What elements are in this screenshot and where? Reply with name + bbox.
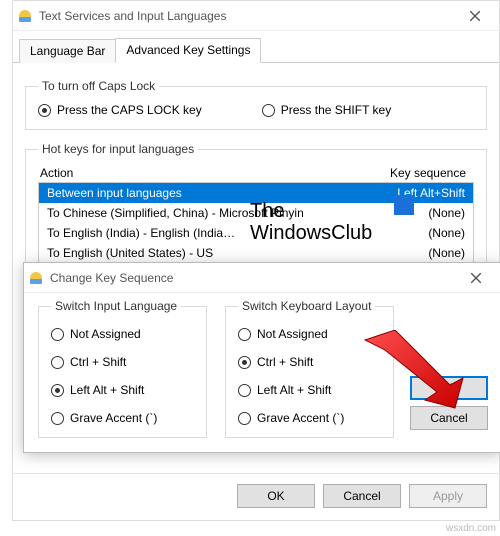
radio-label: Press the CAPS LOCK key <box>57 103 202 117</box>
radio-icon <box>51 356 64 369</box>
radio-label: Press the SHIFT key <box>281 103 391 117</box>
radio-layout-grave-accent[interactable]: Grave Accent (`) <box>238 411 381 425</box>
switch-keyboard-layout-group: Switch Keyboard Layout Not Assigned Ctrl… <box>225 299 394 438</box>
radio-label: Not Assigned <box>257 327 328 341</box>
dlg-cancel-button[interactable]: Cancel <box>410 406 488 430</box>
dlg-ok-button[interactable]: OK <box>410 376 488 400</box>
hotkeys-group: Hot keys for input languages Action Key … <box>25 142 487 271</box>
source-credit: wsxdn.com <box>446 523 496 534</box>
radio-label: Ctrl + Shift <box>257 355 313 369</box>
radio-input-left-alt-shift[interactable]: Left Alt + Shift <box>51 383 194 397</box>
main-titlebar: Text Services and Input Languages <box>13 1 499 31</box>
hotkey-sequence: Left Alt+Shift <box>365 186 465 200</box>
main-button-row: OK Cancel Apply <box>13 473 499 520</box>
dlg-title: Change Key Sequence <box>50 271 456 285</box>
keyboard-globe-icon <box>17 8 33 24</box>
radio-label: Ctrl + Shift <box>70 355 126 369</box>
switch-input-language-group: Switch Input Language Not Assigned Ctrl … <box>38 299 207 438</box>
group-legend: Switch Input Language <box>51 299 181 313</box>
change-key-sequence-dialog: Change Key Sequence Switch Input Languag… <box>23 262 500 453</box>
radio-icon <box>51 412 64 425</box>
col-key-sequence: Key sequence <box>372 166 472 180</box>
hotkey-row[interactable]: To English (India) - English (India… (No… <box>39 223 473 243</box>
radio-icon <box>238 328 251 341</box>
dlg-close-button[interactable] <box>456 264 496 292</box>
radio-icon <box>238 356 251 369</box>
hotkey-row[interactable]: Between input languages Left Alt+Shift <box>39 183 473 203</box>
hotkey-sequence: (None) <box>365 206 465 220</box>
main-close-button[interactable] <box>455 2 495 30</box>
radio-icon <box>262 104 275 117</box>
radio-label: Grave Accent (`) <box>257 411 344 425</box>
hotkeys-legend: Hot keys for input languages <box>38 142 198 156</box>
radio-label: Left Alt + Shift <box>257 383 331 397</box>
radio-icon <box>38 104 51 117</box>
tab-language-bar[interactable]: Language Bar <box>19 39 116 63</box>
keyboard-globe-icon <box>28 270 44 286</box>
group-legend: Switch Keyboard Layout <box>238 299 375 313</box>
radio-layout-not-assigned[interactable]: Not Assigned <box>238 327 381 341</box>
radio-input-ctrl-shift[interactable]: Ctrl + Shift <box>51 355 194 369</box>
dlg-content: Switch Input Language Not Assigned Ctrl … <box>24 293 500 452</box>
tab-advanced-key-settings[interactable]: Advanced Key Settings <box>115 38 261 63</box>
hotkey-sequence: (None) <box>365 226 465 240</box>
caps-lock-legend: To turn off Caps Lock <box>38 79 159 93</box>
hotkey-action: To Chinese (Simplified, China) - Microso… <box>47 206 365 220</box>
radio-input-not-assigned[interactable]: Not Assigned <box>51 327 194 341</box>
radio-icon <box>238 412 251 425</box>
radio-icon <box>238 384 251 397</box>
radio-caps-lock-key[interactable]: Press the CAPS LOCK key <box>38 103 202 117</box>
radio-label: Left Alt + Shift <box>70 383 144 397</box>
close-icon <box>471 273 481 283</box>
radio-icon <box>51 384 64 397</box>
dlg-titlebar: Change Key Sequence <box>24 263 500 293</box>
apply-button[interactable]: Apply <box>409 484 487 508</box>
hotkey-action: To English (United States) - US <box>47 246 365 260</box>
hotkey-row[interactable]: To English (United States) - US (None) <box>39 243 473 263</box>
radio-label: Not Assigned <box>70 327 141 341</box>
hotkeys-header: Action Key sequence <box>38 166 474 182</box>
caps-lock-group: To turn off Caps Lock Press the CAPS LOC… <box>25 79 487 130</box>
hotkey-sequence: (None) <box>365 246 465 260</box>
radio-layout-left-alt-shift[interactable]: Left Alt + Shift <box>238 383 381 397</box>
radio-icon <box>51 328 64 341</box>
hotkey-action: To English (India) - English (India… <box>47 226 365 240</box>
ok-button[interactable]: OK <box>237 484 315 508</box>
tab-strip: Language Bar Advanced Key Settings <box>13 31 499 63</box>
dlg-button-column: OK Cancel <box>410 299 488 438</box>
hotkey-action: Between input languages <box>47 186 365 200</box>
main-title: Text Services and Input Languages <box>39 9 455 23</box>
hotkeys-list[interactable]: Between input languages Left Alt+Shift T… <box>38 182 474 264</box>
close-icon <box>470 11 480 21</box>
radio-shift-key[interactable]: Press the SHIFT key <box>262 103 391 117</box>
hotkey-row[interactable]: To Chinese (Simplified, China) - Microso… <box>39 203 473 223</box>
cancel-button[interactable]: Cancel <box>323 484 401 508</box>
radio-input-grave-accent[interactable]: Grave Accent (`) <box>51 411 194 425</box>
radio-layout-ctrl-shift[interactable]: Ctrl + Shift <box>238 355 381 369</box>
radio-label: Grave Accent (`) <box>70 411 157 425</box>
col-action: Action <box>40 166 372 180</box>
